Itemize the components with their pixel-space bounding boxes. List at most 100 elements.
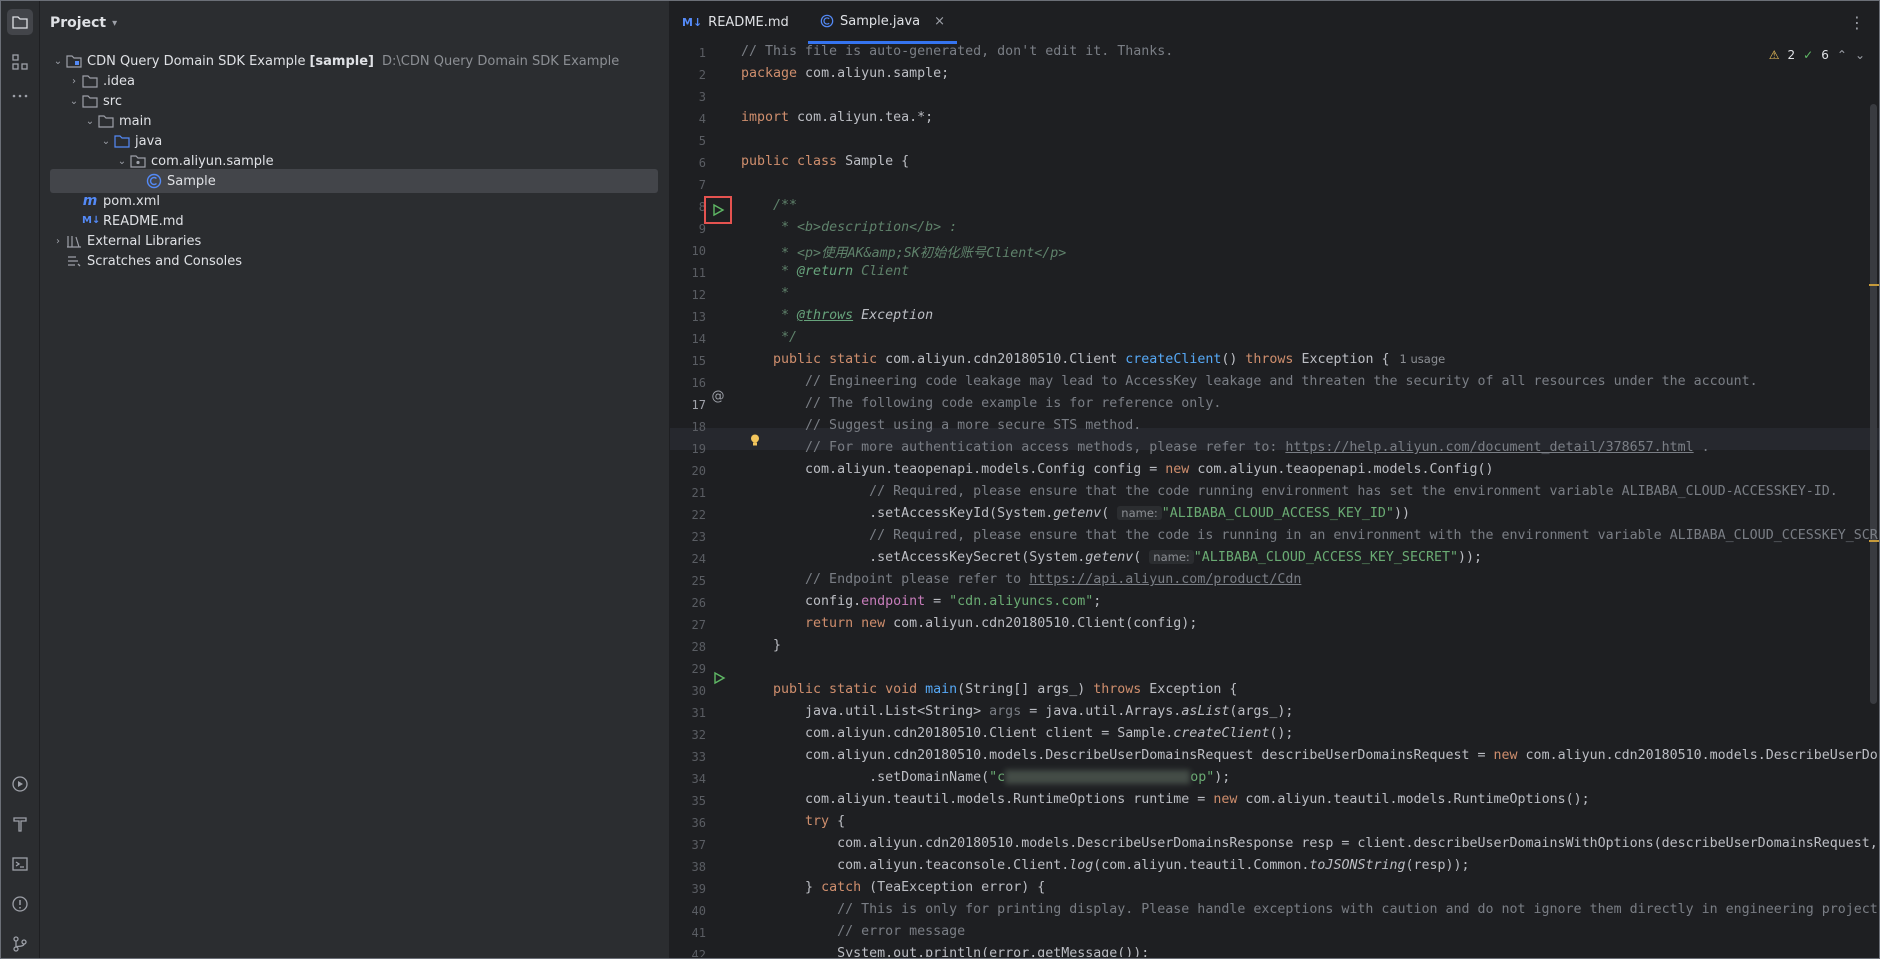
tree-label: com.aliyun.sample [151, 153, 274, 169]
code-text: // For more authentication access method… [741, 440, 1286, 455]
code-text: (String[] args_) [957, 682, 1094, 697]
chevron-down-icon[interactable]: ⌄ [82, 116, 98, 127]
terminal-tool-icon[interactable] [7, 851, 33, 877]
tree-label: pom.xml [103, 193, 160, 209]
chevron-right-icon[interactable]: › [66, 76, 82, 87]
vertical-scrollbar[interactable] [1870, 104, 1877, 704]
tab-sample-java[interactable]: Sample.java × [808, 1, 958, 44]
line-number: 31 [691, 706, 706, 720]
code-editor[interactable]: 1 2 3 4 5 6 7 8 9 10 11 12 13 14 15 16 17 18 19 20 21 22 23 24 2… [670, 44, 1879, 957]
doc-link[interactable]: https://help.aliyun.com/document_detail/… [1285, 440, 1693, 455]
line-number: 29 [691, 662, 706, 676]
keyword: new [1165, 462, 1190, 477]
more-tools-icon[interactable] [7, 83, 33, 109]
project-panel: Project ▾ ⌄ CDN Query Domain SDK Example… [40, 1, 670, 958]
keyword: try [741, 814, 830, 829]
run-main-button[interactable] [712, 670, 726, 689]
unused-variable: args [989, 704, 1022, 719]
run-icon [713, 203, 725, 217]
chevron-down-icon[interactable]: ⌄ [98, 136, 114, 147]
code-text: config. [741, 594, 862, 609]
line-number: 16 [691, 376, 706, 390]
module-path: D:\CDN Query Domain SDK Example [382, 53, 620, 69]
doc-link[interactable]: https://api.aliyun.com/product/Cdn [1029, 572, 1301, 587]
git-tool-icon[interactable] [7, 931, 33, 957]
code-text: (resp)); [1405, 858, 1470, 873]
code-line: * <b>description</b> : [741, 220, 957, 235]
tab-label: Sample.java [840, 13, 921, 29]
line-number: 21 [691, 486, 706, 500]
code-text: . [1693, 440, 1710, 455]
code-line: // The following code example is for ref… [741, 396, 1222, 411]
chevron-down-icon[interactable]: ⌄ [114, 156, 130, 167]
code-text: com.aliyun.teaconsole.Client. [741, 858, 1070, 873]
code-text: com.aliyun.cdn20180510.models.DescribeUs… [1517, 748, 1878, 763]
line-number: 38 [691, 860, 706, 874]
code-text: com.aliyun.teautil.models.RuntimeOptions… [1237, 792, 1590, 807]
method-call: getenv [1085, 550, 1134, 565]
structure-tool-icon[interactable] [7, 49, 33, 75]
code-text: com.aliyun.tea.*; [789, 110, 934, 125]
warning-marker[interactable] [1869, 284, 1879, 286]
line-number: 1 [698, 46, 706, 60]
line-number: 24 [691, 552, 706, 566]
line-number: 8 [698, 200, 706, 214]
code-text: (TeaException error) { [861, 880, 1046, 895]
chevron-down-icon[interactable]: ⌄ [50, 56, 66, 67]
line-number: 35 [691, 794, 706, 808]
code-line: com.aliyun.teautil.models.RuntimeOptions… [741, 792, 1590, 807]
code-line: // For more authentication access method… [741, 440, 1710, 455]
code-text: : [941, 220, 958, 235]
method-call: createClient [1173, 726, 1270, 741]
usage-hint[interactable]: 1 usage [1400, 352, 1446, 366]
folder-icon [82, 95, 98, 108]
inspection-widget[interactable]: ⚠ 2 ✓ 6 ⌃ ⌄ [1769, 48, 1865, 62]
package-icon [130, 155, 146, 168]
code-text: com.aliyun.cdn20180510.Client client = S… [741, 726, 1174, 741]
code-text: { [829, 814, 846, 829]
code-line: // error message [741, 924, 966, 939]
override-marker-icon[interactable]: @ [710, 389, 726, 405]
problems-tool-icon[interactable] [7, 891, 33, 917]
code-line: } [741, 638, 782, 653]
close-icon[interactable]: × [934, 14, 945, 29]
code-text: com.aliyun.cdn20180510.Client(config); [885, 616, 1198, 631]
line-number: 3 [698, 90, 706, 104]
tree-label: .idea [103, 73, 135, 89]
chevron-down-icon[interactable]: ⌄ [66, 96, 82, 107]
project-panel-header[interactable]: Project ▾ [40, 1, 669, 45]
doc-tag: @throws [797, 308, 854, 323]
tree-label: java [135, 133, 163, 149]
build-tool-icon[interactable] [7, 811, 33, 837]
tree-label: External Libraries [87, 233, 202, 249]
services-tool-icon[interactable] [7, 771, 33, 797]
code-text: ); [1214, 770, 1231, 785]
string-literal: op" [1190, 770, 1215, 785]
library-icon [67, 236, 81, 248]
param-hint: name: [1117, 506, 1162, 520]
code-text: <b>description</b> [797, 220, 942, 235]
chevron-down-icon[interactable]: ⌄ [1855, 48, 1865, 62]
code-line: /** [741, 198, 798, 213]
code-text: com.aliyun.sample; [797, 66, 950, 81]
project-tool-icon[interactable] [7, 9, 33, 35]
code-line: // This file is auto-generated, don't ed… [741, 44, 1174, 59]
tree-label: main [119, 113, 152, 129]
run-class-button[interactable] [704, 196, 732, 224]
code-text: ( [1133, 550, 1150, 565]
tree-label: README.md [103, 213, 184, 229]
string-literal: "ALIBABA_CLOUD_ACCESS_KEY_SECRET" [1193, 550, 1458, 565]
scratches-icon [68, 256, 81, 267]
more-options-icon[interactable]: ⋮ [1849, 13, 1865, 32]
line-number: 9 [698, 222, 706, 236]
code-line: com.aliyun.teaopenapi.models.Config conf… [741, 462, 1494, 477]
chevron-up-icon[interactable]: ⌃ [1837, 48, 1847, 62]
code-text: Exception [853, 308, 934, 323]
tree-item-scratches[interactable]: Scratches and Consoles [50, 249, 658, 273]
tab-readme[interactable]: M↓ README.md [682, 1, 789, 44]
line-number: 18 [691, 420, 706, 434]
doc-tag: @return [797, 264, 854, 279]
warning-icon: ⚠ [1768, 48, 1780, 62]
chevron-right-icon[interactable]: › [50, 236, 66, 247]
code-text: * [741, 308, 798, 323]
